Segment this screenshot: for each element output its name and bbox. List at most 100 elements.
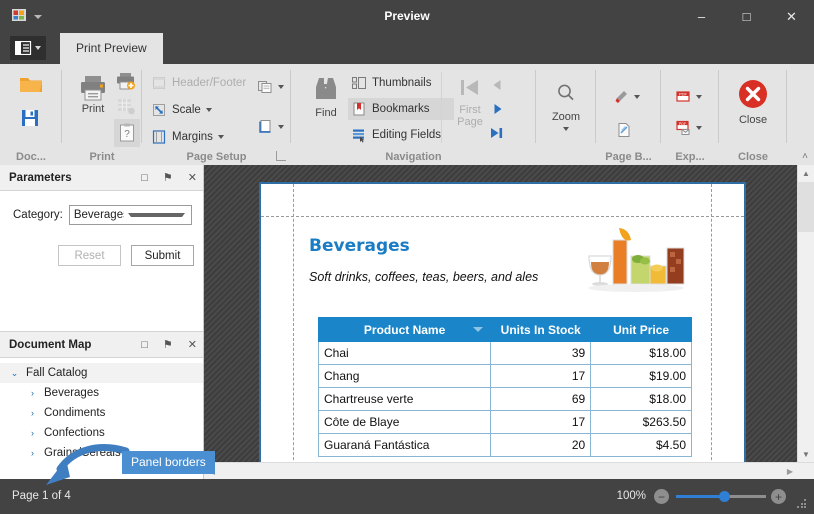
chevron-down-icon[interactable] xyxy=(128,213,185,217)
print-button[interactable]: Print xyxy=(70,74,116,115)
cell-product-name: Chang xyxy=(317,364,492,388)
file-menu-icon xyxy=(15,41,32,55)
margin-guide-right xyxy=(711,184,712,480)
document-map-float-icon[interactable]: □ xyxy=(141,339,148,351)
scale-button[interactable]: Scale xyxy=(148,99,215,121)
tree-node-confections[interactable]: › Confections xyxy=(0,423,203,443)
bookmarks-button[interactable]: Bookmarks xyxy=(348,98,454,120)
zoom-button[interactable]: Zoom xyxy=(546,82,586,131)
tree-node-fall-catalog[interactable]: ⌄ Fall Catalog xyxy=(0,363,203,383)
chevron-down-icon[interactable] xyxy=(696,126,702,130)
chevron-down-icon[interactable] xyxy=(278,85,284,89)
close-preview-button[interactable]: Close xyxy=(733,78,773,126)
export-to-pdf-button[interactable]: PDF xyxy=(672,86,705,108)
find-button[interactable]: Find xyxy=(300,76,352,119)
scroll-up-arrow-icon[interactable]: ▲ xyxy=(798,165,814,182)
parameters-panel: Parameters □ ⚑ ✕ Category: Beverages, Co… xyxy=(0,165,203,331)
column-header-product-name[interactable]: Product Name xyxy=(317,317,492,342)
left-panel-stack: Parameters □ ⚑ ✕ Category: Beverages, Co… xyxy=(0,165,204,498)
document-map-close-icon[interactable]: ✕ xyxy=(188,338,197,351)
vertical-scrollbar[interactable]: ▲ ▼ xyxy=(797,165,814,463)
quick-access-toolbar[interactable] xyxy=(10,6,42,24)
horizontal-scrollbar[interactable]: ◀ ▶ xyxy=(204,462,814,479)
header-footer-icon xyxy=(151,75,167,91)
chevron-down-icon[interactable]: ⌄ xyxy=(9,368,20,379)
category-dropdown[interactable]: Beverages, Condim xyxy=(68,205,192,225)
application-menu-button[interactable] xyxy=(10,36,46,60)
parameters-panel-title: Parameters xyxy=(9,171,72,184)
scroll-down-arrow-icon[interactable]: ▼ xyxy=(798,446,814,463)
vertical-scroll-thumb[interactable] xyxy=(798,182,814,232)
chevron-down-icon[interactable] xyxy=(278,125,284,129)
submit-button[interactable]: Submit xyxy=(131,245,194,266)
parameters-panel-body: Category: Beverages, Condim Reset Submit xyxy=(0,205,203,331)
cell-unit-price: $263.50 xyxy=(590,410,692,434)
page-color-button[interactable] xyxy=(610,86,643,108)
category-parameter-row: Category: Beverages, Condim xyxy=(13,205,203,225)
title-bar: Preview – □ ✕ xyxy=(0,0,814,33)
editing-fields-button[interactable]: Editing Fields xyxy=(348,124,444,146)
margins-button[interactable]: Margins xyxy=(148,126,227,148)
cell-unit-price: $18.00 xyxy=(590,341,692,365)
parameters-pin-icon[interactable]: ⚑ xyxy=(163,171,173,184)
paper-size-button[interactable] xyxy=(254,116,287,138)
tree-node-condiments[interactable]: › Condiments xyxy=(0,403,203,423)
chevron-right-icon[interactable]: › xyxy=(27,428,38,439)
print-button-label: Print xyxy=(81,103,105,115)
save-button[interactable] xyxy=(20,108,40,128)
document-map-pin-icon[interactable]: ⚑ xyxy=(163,338,173,351)
parameters-close-icon[interactable]: ✕ xyxy=(188,171,197,184)
previous-page-button[interactable] xyxy=(491,78,505,92)
cell-product-name: Guaraná Fantástica xyxy=(317,433,492,457)
ribbon-group-page-setup: Header/Footer Scale Margins Page Setup xyxy=(142,64,291,165)
products-table: Product Name Units In Stock Unit Price C… xyxy=(317,317,692,457)
parameters-float-icon[interactable]: □ xyxy=(141,172,148,184)
chevron-down-icon[interactable] xyxy=(217,135,224,139)
zoom-slider-thumb[interactable] xyxy=(719,491,730,502)
chevron-down-icon[interactable] xyxy=(696,95,702,99)
zoom-in-button[interactable]: + xyxy=(771,489,786,504)
paper-size-icon xyxy=(257,119,273,135)
chevron-right-icon[interactable]: › xyxy=(27,448,38,459)
margin-guide-left xyxy=(293,184,294,480)
email-as-pdf-button[interactable]: PDF xyxy=(672,117,705,139)
page-status-label: Page 1 of 4 xyxy=(12,490,71,502)
quick-print-button[interactable] xyxy=(116,72,136,90)
header-footer-label: Header/Footer xyxy=(172,77,247,89)
thumbnails-button[interactable]: Thumbnails xyxy=(348,72,434,94)
orientation-button[interactable] xyxy=(254,76,287,98)
chevron-down-icon[interactable] xyxy=(563,127,569,131)
chevron-down-icon[interactable] xyxy=(205,108,212,112)
minimize-button[interactable]: – xyxy=(679,0,724,33)
tree-node-beverages[interactable]: › Beverages xyxy=(0,383,203,403)
tab-print-preview[interactable]: Print Preview xyxy=(60,33,163,64)
column-header-units-in-stock[interactable]: Units In Stock xyxy=(490,317,592,342)
column-header-unit-price[interactable]: Unit Price xyxy=(590,317,692,342)
chevron-right-icon[interactable]: › xyxy=(27,408,38,419)
scroll-right-arrow-icon[interactable]: ▶ xyxy=(782,463,798,479)
page-setup-dialog-button[interactable] xyxy=(116,97,136,115)
close-window-button[interactable]: ✕ xyxy=(769,0,814,33)
callout-arrow-icon xyxy=(46,444,130,485)
document-map-panel-header: Document Map □ ⚑ ✕ xyxy=(0,331,203,358)
open-button[interactable] xyxy=(18,74,44,96)
ribbon-tab-strip: Print Preview xyxy=(0,33,814,64)
zoom-out-button[interactable]: − xyxy=(654,489,669,504)
resize-grip[interactable] xyxy=(797,499,807,509)
scale-label: Scale xyxy=(172,104,201,116)
chevron-down-icon[interactable] xyxy=(634,95,640,99)
collapse-ribbon-button[interactable]: ˄ xyxy=(802,151,808,162)
next-page-button[interactable] xyxy=(491,102,505,116)
watermark-button[interactable] xyxy=(613,119,635,141)
page-setup-dialog-launcher[interactable] xyxy=(276,151,286,161)
last-page-button[interactable] xyxy=(489,126,507,140)
thumbnails-icon xyxy=(351,75,367,91)
chevron-right-icon[interactable]: › xyxy=(27,388,38,399)
reset-button[interactable]: Reset xyxy=(58,245,121,266)
print-preview-toggle-button[interactable]: ? xyxy=(114,119,140,147)
maximize-button[interactable]: □ xyxy=(724,0,769,33)
cell-product-name: Côte de Blaye xyxy=(317,410,492,434)
quick-access-dropdown-icon[interactable] xyxy=(34,14,42,19)
first-page-button[interactable]: First Page xyxy=(447,76,493,128)
header-footer-button[interactable]: Header/Footer xyxy=(148,72,249,94)
